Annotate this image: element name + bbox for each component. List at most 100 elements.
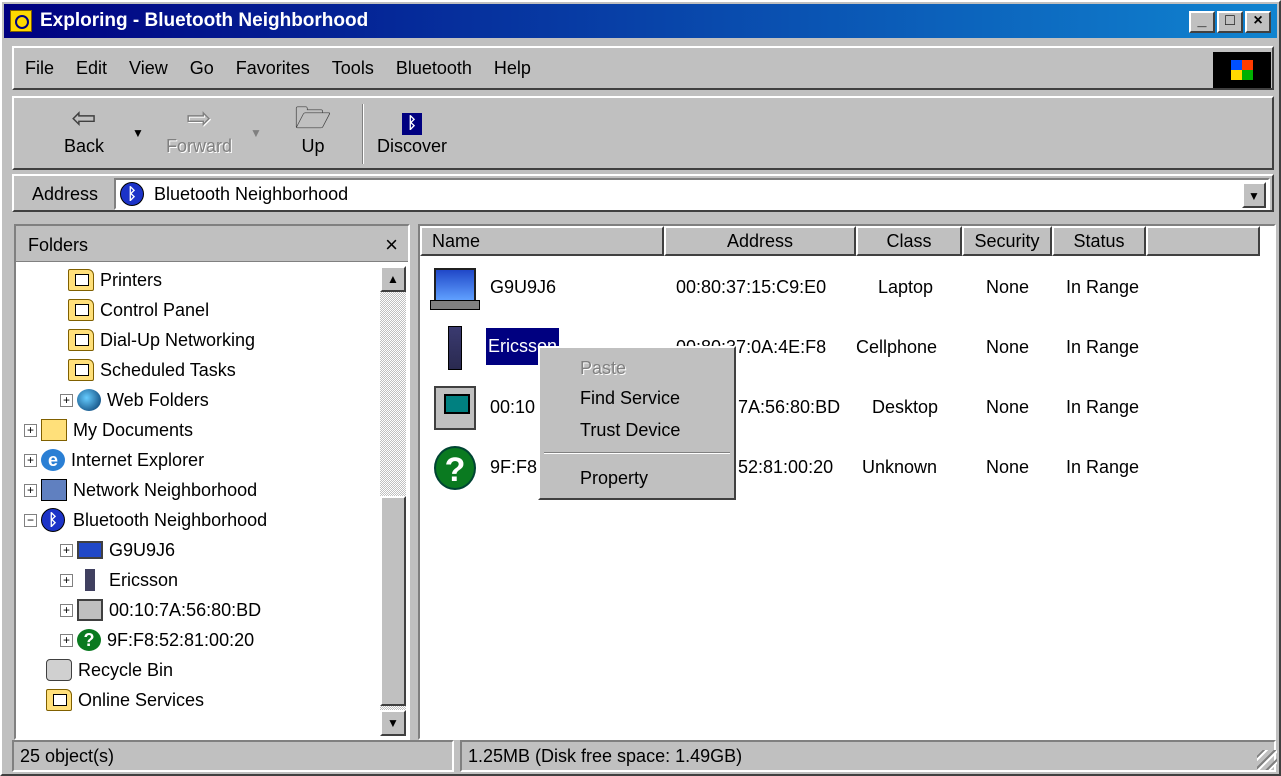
device-status: In Range [1066,337,1140,357]
tree-item-printers[interactable]: Printers [68,266,162,294]
folders-scrollbar[interactable]: ▲ ▼ [380,266,406,736]
expand-icon[interactable]: + [60,603,73,617]
expand-icon[interactable]: + [24,483,37,497]
expand-icon[interactable]: + [60,543,73,557]
printers-folder-icon [68,269,94,291]
toolbar-separator [362,104,364,164]
scroll-up-button[interactable]: ▲ [380,266,406,292]
desktop-icon [77,599,103,621]
address-dropdown-button[interactable]: ▼ [1242,182,1266,208]
device-class: Cellphone [856,337,938,357]
forward-button[interactable]: ⇨ Forward [154,102,244,168]
menu-tools[interactable]: Tools [321,58,385,79]
expand-icon[interactable]: + [24,453,37,467]
bluetooth-icon: ᛒ [41,508,65,532]
tree-item-dialup[interactable]: Dial-Up Networking [68,326,255,354]
back-dropdown-icon[interactable]: ▼ [132,126,144,140]
list-row[interactable]: G9U9J6 00:80:37:15:C9:E0 Laptop None In … [420,260,1270,316]
maximize-button[interactable]: □ [1217,11,1243,33]
network-icon [41,479,67,501]
address-bar: Address ᛒ Bluetooth Neighborhood ▼ [12,174,1274,212]
tree-item-label: Ericsson [109,569,179,590]
scroll-thumb[interactable] [380,496,406,706]
device-address: 7A:56:80:BD [738,397,841,417]
discover-label: Discover [376,136,447,156]
scheduled-tasks-icon [68,359,94,381]
up-button[interactable]: 🗁 Up [278,102,348,168]
column-header-name[interactable]: Name [420,226,664,256]
tree-item-control-panel[interactable]: Control Panel [68,296,209,324]
forward-dropdown-icon[interactable]: ▼ [250,126,262,140]
title-bar[interactable]: Exploring - Bluetooth Neighborhood _ □ × [4,4,1277,38]
context-property[interactable]: Property [580,468,648,489]
menu-edit[interactable]: Edit [65,58,118,79]
status-objects: 25 object(s) [12,740,454,772]
discover-button[interactable]: ᛒ Discover [370,102,454,168]
tree-item-my-documents[interactable]: + My Documents [24,416,193,444]
column-header-status[interactable]: Status [1052,226,1146,256]
dialup-icon [68,329,94,351]
device-name: G9U9J6 [490,277,557,297]
expand-icon[interactable]: + [60,633,73,647]
tree-item-internet-explorer[interactable]: + e Internet Explorer [24,446,204,474]
context-menu: Paste Find Service Trust Device Property [538,346,736,500]
tree-item-online-services[interactable]: Online Services [46,686,204,714]
resize-grip-icon[interactable] [1257,750,1277,770]
unknown-device-icon: ? [77,629,101,651]
expand-icon[interactable]: + [24,423,37,437]
tree-item-label: 00:10:7A:56:80:BD [109,599,262,620]
device-security: None [986,457,1030,477]
tree-item-device-g9u9j6[interactable]: + G9U9J6 [60,536,175,564]
tree-item-recycle-bin[interactable]: Recycle Bin [46,656,173,684]
tree-item-network-neighborhood[interactable]: + Network Neighborhood [24,476,257,504]
tree-item-label: G9U9J6 [109,539,176,560]
desktop-icon [434,386,476,430]
folders-header: Folders × [16,226,408,262]
context-trust-device[interactable]: Trust Device [580,420,680,441]
internet-explorer-icon: e [41,449,65,471]
window-title: Exploring - Bluetooth Neighborhood [40,10,369,31]
tree-item-device-desktop[interactable]: + 00:10:7A:56:80:BD [60,596,261,624]
menu-help[interactable]: Help [483,58,542,79]
device-class: Laptop [878,277,934,297]
expand-icon[interactable]: + [60,393,73,407]
tree-item-device-ericsson[interactable]: + Ericsson [60,566,178,594]
collapse-icon[interactable]: − [24,513,37,527]
minimize-button[interactable]: _ [1189,11,1215,33]
back-arrow-icon: ⇦ [71,102,97,135]
tree-item-web-folders[interactable]: + Web Folders [60,386,209,414]
menu-view[interactable]: View [118,58,179,79]
tree-item-scheduled-tasks[interactable]: Scheduled Tasks [68,356,236,384]
menu-favorites[interactable]: Favorites [225,58,321,79]
column-header-class[interactable]: Class [856,226,962,256]
menu-file[interactable]: File [14,58,65,79]
laptop-icon [430,268,480,310]
menu-bluetooth[interactable]: Bluetooth [385,58,483,79]
close-button[interactable]: × [1245,11,1271,33]
control-panel-icon [68,299,94,321]
column-header-address[interactable]: Address [664,226,856,256]
forward-label: Forward [165,136,232,156]
cellphone-icon [85,569,95,591]
folders-close-button[interactable]: × [385,232,398,258]
context-paste[interactable]: Paste [580,358,626,379]
scroll-down-button[interactable]: ▼ [380,710,406,736]
address-input[interactable]: ᛒ Bluetooth Neighborhood ▼ [114,178,1270,210]
tree-item-device-unknown[interactable]: + ? 9F:F8:52:81:00:20 [60,626,254,654]
windows-logo-icon [1213,52,1271,88]
context-find-service[interactable]: Find Service [580,388,680,409]
tree-item-bluetooth-neighborhood[interactable]: − ᛒ Bluetooth Neighborhood [24,506,267,534]
address-value: Bluetooth Neighborhood [154,183,349,204]
unknown-device-icon: ? [434,446,476,490]
toolbar: ⇦ Back ▼ ⇨ Forward ▼ 🗁 Up ᛒ Discover [12,96,1274,170]
expand-icon[interactable]: + [60,573,73,587]
explorer-icon [10,10,32,32]
tree-item-label: Online Services [78,689,205,710]
device-security: None [986,397,1030,417]
back-button[interactable]: ⇦ Back [44,102,124,168]
column-header-security[interactable]: Security [962,226,1052,256]
web-folders-icon [77,389,101,411]
tree-item-label: Web Folders [107,389,209,410]
device-security: None [986,337,1030,357]
menu-go[interactable]: Go [179,58,225,79]
